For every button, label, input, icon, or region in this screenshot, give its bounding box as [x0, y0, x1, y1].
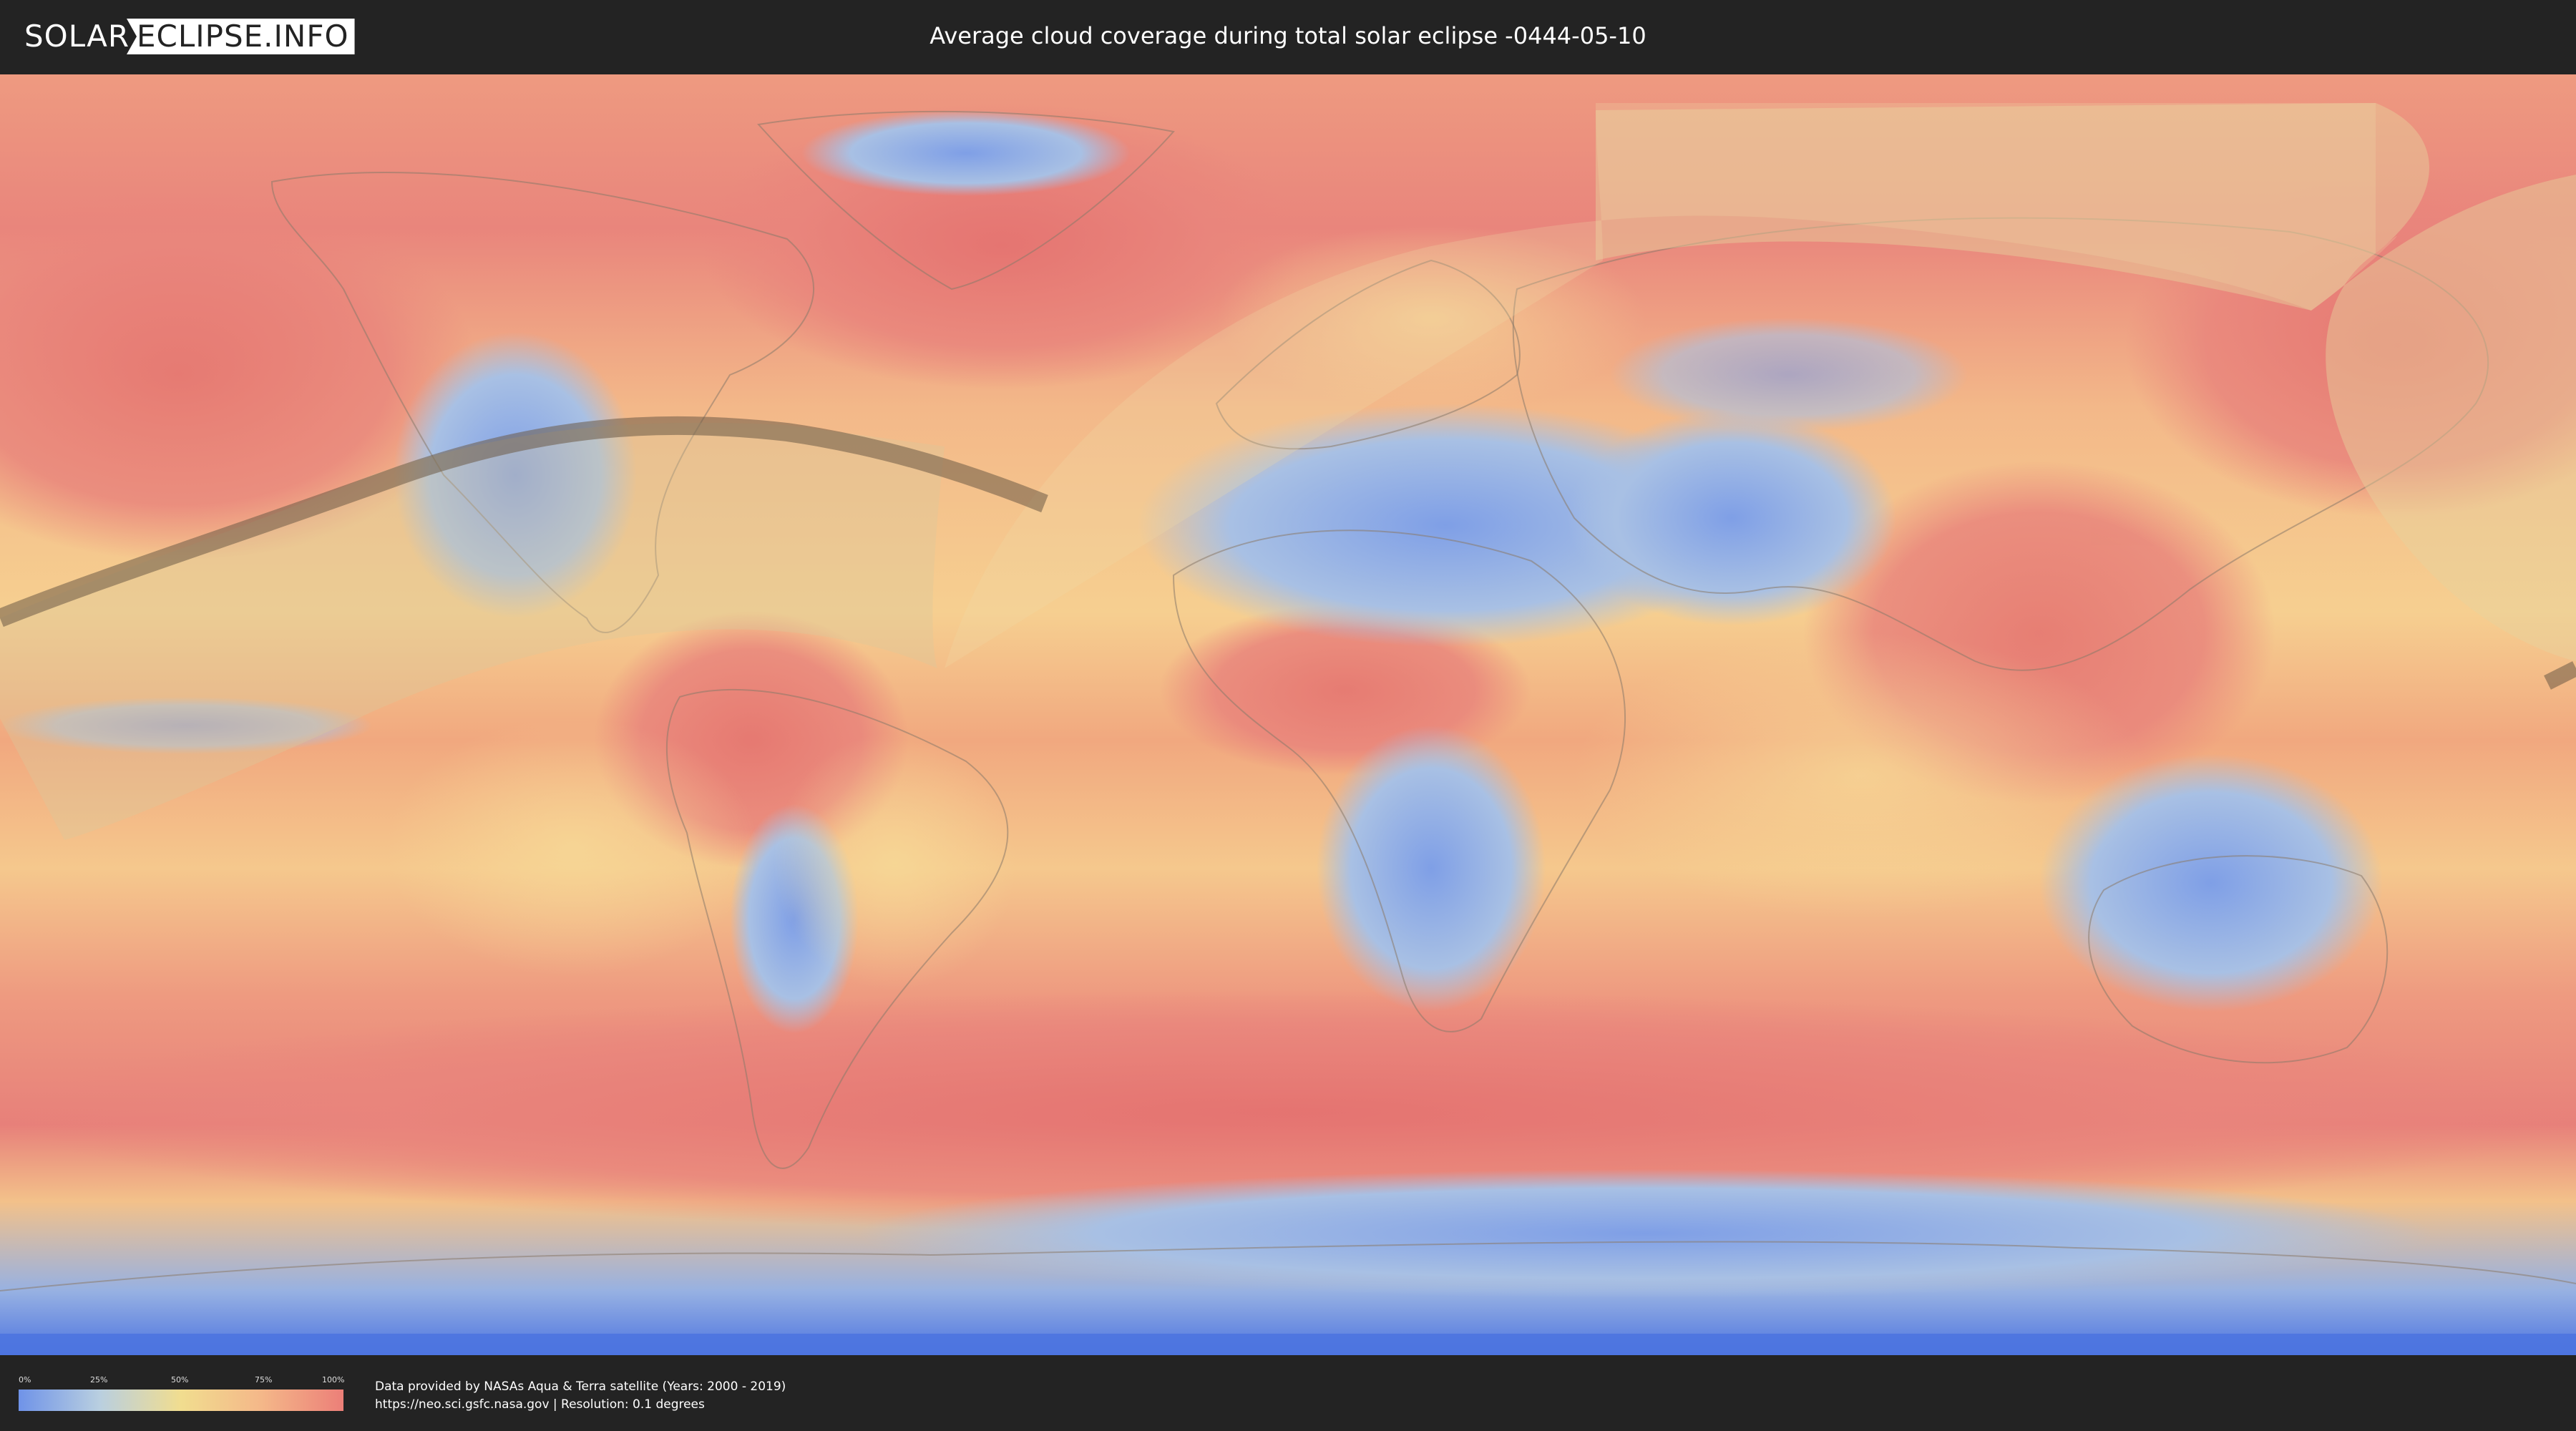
legend-color-bar — [19, 1390, 343, 1411]
cloud-coverage-legend: 0% 25% 50% 75% 100% — [19, 1375, 345, 1412]
header-bar: SOLAR ECLIPSE.INFO Average cloud coverag… — [0, 0, 2576, 72]
footer-bar: 0% 25% 50% 75% 100% Data provided by NAS… — [0, 1358, 2576, 1431]
legend-tick-75: 75% — [255, 1375, 273, 1384]
antarctic-clear-band — [0, 1334, 2576, 1355]
credit-source: Data provided by NASAs Aqua & Terra sate… — [375, 1379, 786, 1394]
data-credit: Data provided by NASAs Aqua & Terra sate… — [375, 1378, 786, 1414]
map-svg — [0, 74, 2576, 1355]
legend-tick-0: 0% — [19, 1375, 31, 1384]
legend-tick-100: 100% — [322, 1375, 345, 1384]
screenshot-root: SOLAR ECLIPSE.INFO Average cloud coverag… — [0, 0, 2576, 1431]
legend-tick-25: 25% — [90, 1375, 108, 1384]
legend-tick-50: 50% — [171, 1375, 189, 1384]
page-title: Average cloud coverage during total sola… — [930, 22, 1646, 49]
credit-url[interactable]: https://neo.sci.gsfc.nasa.gov | Resoluti… — [375, 1396, 786, 1414]
cloud-coverage-map[interactable] — [0, 74, 2576, 1355]
